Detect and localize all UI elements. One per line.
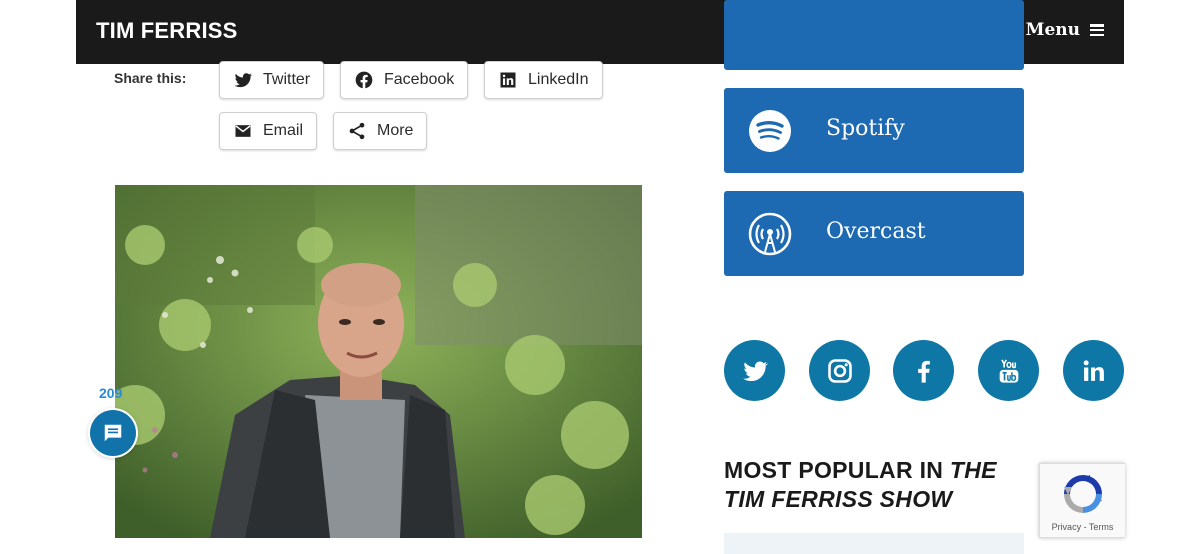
spotify-button[interactable]: Spotify — [724, 88, 1024, 173]
share-twitter-label: Twitter — [263, 71, 311, 88]
recaptcha-privacy-link[interactable]: Privacy — [1052, 522, 1082, 532]
menu-button[interactable]: Menu — [1026, 20, 1104, 40]
social-linkedin-button[interactable] — [1063, 340, 1124, 401]
share-email-label: Email — [263, 122, 304, 139]
twitter-icon — [234, 73, 253, 88]
spotify-label: Spotify — [826, 116, 905, 141]
comment-count: 209 — [99, 385, 123, 401]
social-twitter-button[interactable] — [724, 340, 785, 401]
spotify-icon — [749, 110, 791, 152]
share-email-button[interactable]: Email — [219, 112, 318, 150]
share-more-label: More — [377, 122, 414, 139]
share-icon — [349, 122, 365, 140]
popular-episode-card[interactable] — [724, 533, 1024, 554]
menu-label: Menu — [1025, 20, 1080, 40]
recaptcha-links: Privacy - Terms — [1040, 522, 1125, 532]
social-facebook-button[interactable] — [893, 340, 954, 401]
share-linkedin-button[interactable]: LinkedIn — [484, 61, 603, 99]
subscribe-button-top[interactable] — [724, 0, 1024, 70]
comments-button[interactable] — [90, 410, 136, 456]
guest-photo — [115, 185, 642, 538]
share-linkedin-label: LinkedIn — [528, 71, 589, 88]
share-facebook-label: Facebook — [384, 71, 455, 88]
linkedin-icon — [1083, 359, 1104, 381]
hamburger-icon — [1090, 24, 1104, 36]
recaptcha-separator: - — [1081, 522, 1089, 532]
youtube-icon — [999, 359, 1018, 383]
facebook-icon — [917, 360, 930, 383]
social-youtube-button[interactable] — [978, 340, 1039, 401]
twitter-icon — [742, 361, 768, 381]
most-popular-heading: MOST POPULAR IN THE TIM FERRISS SHOW — [724, 456, 1024, 514]
email-icon — [235, 125, 251, 137]
social-instagram-button[interactable] — [809, 340, 870, 401]
share-facebook-button[interactable]: Facebook — [340, 61, 469, 99]
share-twitter-button[interactable]: Twitter — [219, 61, 325, 99]
overcast-button[interactable]: Overcast — [724, 191, 1024, 276]
recaptcha-icon — [1064, 475, 1102, 513]
instagram-icon — [827, 358, 852, 383]
recaptcha-terms-link[interactable]: Terms — [1089, 522, 1114, 532]
most-popular-prefix: MOST POPULAR IN — [724, 457, 950, 483]
comment-icon — [104, 424, 122, 442]
share-label: Share this: — [114, 70, 187, 86]
facebook-icon — [355, 71, 373, 89]
recaptcha-badge[interactable]: Privacy - Terms — [1039, 463, 1125, 538]
site-logo[interactable]: TIM FERRISS — [96, 18, 238, 44]
overcast-icon — [748, 212, 792, 256]
share-more-button[interactable]: More — [333, 112, 428, 150]
overcast-label: Overcast — [826, 219, 926, 244]
linkedin-icon — [500, 72, 516, 88]
